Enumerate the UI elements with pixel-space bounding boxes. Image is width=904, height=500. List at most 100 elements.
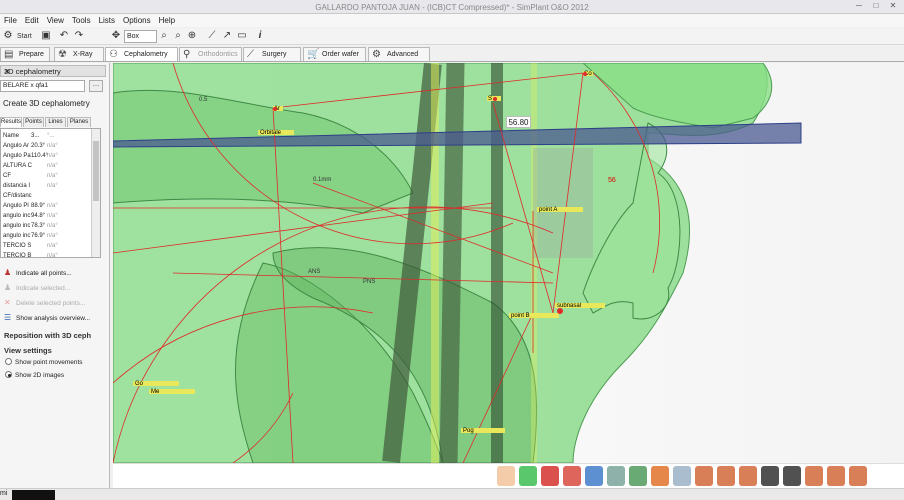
menu-edit[interactable]: Edit [21, 14, 43, 25]
status-bar: mi [0, 488, 904, 500]
table-row[interactable]: Angulo Pl 88.9° n/a° [1, 201, 91, 211]
jaw-icon[interactable] [607, 466, 625, 486]
redo-icon[interactable]: ↷ [73, 30, 85, 42]
menu-tools[interactable]: Tools [68, 14, 95, 25]
table-row[interactable]: Angulo Ar 20.3° n/a° [1, 141, 91, 151]
overview-icon: ☰ [4, 313, 12, 322]
arch-icon[interactable] [717, 466, 735, 486]
surgery-icon: ⟋ [247, 49, 254, 60]
close-button[interactable]: ✕ [885, 1, 901, 12]
skull-green-icon[interactable] [519, 466, 537, 486]
comment-icon[interactable]: ▭ [236, 30, 248, 42]
nerve-icon[interactable] [761, 466, 779, 486]
table-row[interactable]: ALTURA Cn/a° [1, 161, 91, 171]
table-row[interactable]: Angulo Pa 110.4° n/a° [1, 151, 91, 161]
table-row[interactable]: angulo inc 76.9° n/a° [1, 231, 91, 241]
face-icon[interactable] [497, 466, 515, 486]
pin-icon: ♟ [4, 283, 12, 292]
vertical-band [491, 63, 503, 463]
zoom-out-icon[interactable]: ⌕ [172, 30, 184, 42]
module-tabs: ▤ Prepare ☢ X-Ray ⚇ Cephalometry ⚲ Orthodont… [0, 46, 904, 62]
skull-red-icon[interactable] [541, 466, 559, 486]
indicate-selected-button[interactable]: ♟ Indicate selected... [4, 283, 70, 294]
svg-text:Go: Go [135, 381, 144, 387]
zoom-in-icon[interactable]: ⌕ [158, 30, 170, 42]
indicate-all-button[interactable]: ♟ Indicate all points... [4, 268, 72, 279]
teeth-icon[interactable] [629, 466, 647, 486]
table-row[interactable]: TERCIO Sn/a° [1, 241, 91, 251]
svg-text:Pog: Pog [463, 428, 474, 434]
arch-icon[interactable] [739, 466, 757, 486]
tab-surgery[interactable]: ⟋ Surgery [243, 47, 301, 61]
tab-points[interactable]: Points [23, 117, 44, 127]
arch-icon[interactable] [695, 466, 713, 486]
menu-file[interactable]: File [0, 14, 21, 25]
tab-advanced[interactable]: ⚙ Advanced [368, 47, 430, 61]
mandible-icon[interactable] [651, 466, 669, 486]
arch-icon[interactable] [805, 466, 823, 486]
results-scrollbar[interactable] [91, 129, 100, 257]
table-row[interactable]: angulo inc 78.3° n/a° [1, 221, 91, 231]
analysis-more-button[interactable]: … [89, 80, 103, 92]
open-folder-icon[interactable]: ⚙ [2, 30, 14, 42]
info-icon[interactable]: i [254, 30, 266, 42]
measure-icon[interactable]: ⟋ [206, 30, 218, 42]
prepare-icon: ▤ [4, 49, 14, 60]
panel-header: 3D cephalometry ✕ [0, 65, 106, 77]
maxilla-icon[interactable] [673, 466, 691, 486]
status-progress [12, 490, 55, 500]
maxilla-overlay [533, 148, 593, 258]
tab-results[interactable]: Results [0, 117, 22, 127]
delete-points-button[interactable]: ✕ Delete selected points... [4, 298, 85, 309]
move-icon[interactable]: ✥ [110, 30, 122, 42]
svg-text:0.1mm: 0.1mm [313, 177, 331, 183]
table-row[interactable]: TERCIO Bn/a° [1, 251, 91, 257]
line-icon[interactable]: ↗ [221, 30, 233, 42]
3d-viewport[interactable]: Orbitale Ar S Co point A subnasal point … [113, 63, 904, 463]
tooth-red-icon[interactable] [563, 466, 581, 486]
menu-view[interactable]: View [43, 14, 68, 25]
save-icon[interactable]: ▣ [40, 30, 52, 42]
svg-text:Me: Me [151, 389, 160, 395]
tab-cephalometry[interactable]: ⚇ Cephalometry [105, 47, 178, 61]
table-row[interactable]: angulo inc 94.8° n/a° [1, 211, 91, 221]
tab-orthodontics[interactable]: ⚲ Orthodontics [179, 47, 242, 61]
svg-text:PNS: PNS [363, 279, 375, 285]
table-row[interactable]: CF/distanc [1, 191, 91, 201]
arch-icon[interactable] [827, 466, 845, 486]
tab-prepare[interactable]: ▤ Prepare [0, 47, 50, 61]
show-2d-images-radio[interactable]: Show 2D images [5, 371, 64, 381]
maximize-button[interactable]: □ [868, 1, 884, 12]
gear-icon: ⚙ [372, 49, 381, 60]
nerve-icon[interactable] [783, 466, 801, 486]
minimize-button[interactable]: ─ [851, 1, 867, 12]
title-bar: GALLARDO PANTOJA JUAN - (ICB)CT Compress… [0, 0, 904, 14]
show-point-movements-radio[interactable]: Show point movements [5, 358, 83, 368]
cart-icon: 🛒 [307, 49, 320, 60]
start-button[interactable]: Start [17, 30, 32, 43]
tab-xray[interactable]: ☢ X-Ray [54, 47, 104, 61]
yellow-band [431, 63, 439, 463]
menu-help[interactable]: Help [155, 14, 179, 25]
pin-icon: ♟ [4, 268, 12, 277]
panel-subtabs: Results Points Lines Planes [0, 117, 106, 127]
table-row[interactable]: CF n/a° [1, 171, 91, 181]
arch-icon[interactable] [849, 466, 867, 486]
svg-text:S: S [488, 96, 492, 102]
tooth-blue-icon[interactable] [585, 466, 603, 486]
delete-icon: ✕ [4, 298, 11, 307]
tab-planes[interactable]: Planes [67, 117, 91, 127]
undo-icon[interactable]: ↶ [58, 30, 70, 42]
view-settings-label: View settings [4, 346, 52, 355]
ceph-icon: ⚇ [109, 49, 118, 60]
analysis-select[interactable]: BELARE x qfa1 [0, 80, 85, 92]
box-select[interactable]: Box [124, 30, 157, 43]
zoom-fit-icon[interactable]: ⊕ [186, 30, 198, 42]
menu-options[interactable]: Options [119, 14, 155, 25]
menu-lists[interactable]: Lists [95, 14, 119, 25]
show-overview-button[interactable]: ☰ Show analysis overview... [4, 313, 90, 324]
table-row[interactable]: distancia In/a° [1, 181, 91, 191]
tab-order-wafer[interactable]: 🛒 Order wafer [303, 47, 366, 61]
close-icon[interactable]: ✕ [4, 67, 103, 76]
tab-lines[interactable]: Lines [45, 117, 66, 127]
